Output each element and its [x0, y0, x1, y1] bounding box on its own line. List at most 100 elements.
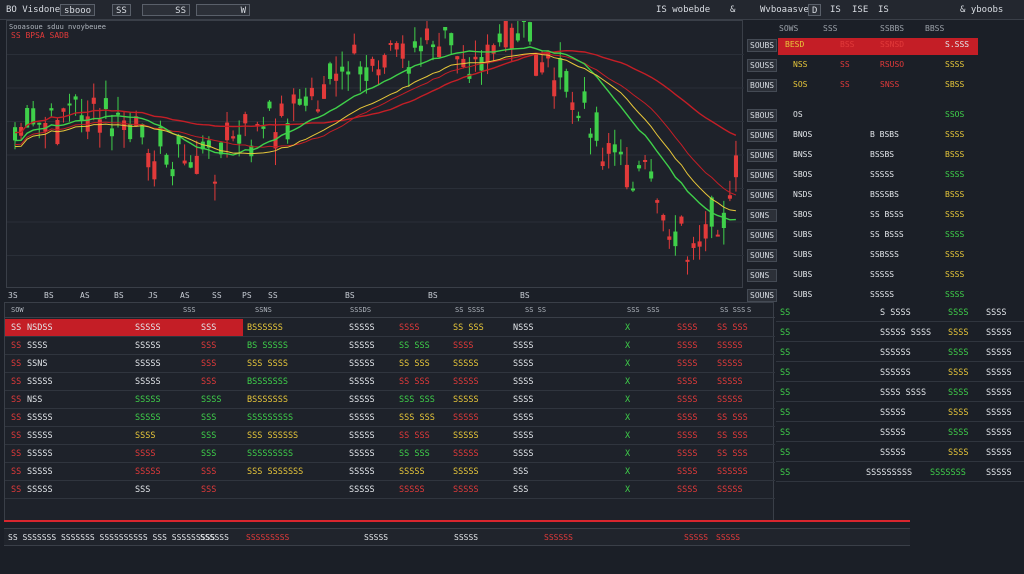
table-cell: X	[625, 395, 631, 405]
quote-row[interactable]: SS SSSSSS SSSS SSSSS	[776, 344, 1024, 362]
table-cell: SSSSS	[717, 377, 743, 387]
quote-row[interactable]: SS SSSSSS SSSS SSSSS	[776, 364, 1024, 382]
symbol-field[interactable]: sbooo	[60, 4, 96, 16]
menu-item-is1[interactable]: IS	[830, 4, 841, 16]
range-field[interactable]: SS	[142, 4, 190, 16]
quote-volume: SSSSS	[986, 348, 1012, 358]
menu-item-is2[interactable]: IS	[878, 4, 889, 16]
table-header-cell[interactable]: SSSDS	[350, 306, 371, 314]
order-book-qty: NSDS	[793, 190, 813, 199]
table-header-cell[interactable]: SSNS	[255, 306, 272, 314]
candle-body	[309, 87, 314, 97]
candle-body	[170, 169, 175, 177]
menu-item-settings[interactable]: & yboobs	[960, 4, 1003, 16]
order-book-row[interactable]: SDUNS BNSS BSSBS BSSS	[745, 148, 1024, 165]
order-book-header-cell: SSS	[823, 24, 838, 33]
table-header-cell[interactable]: SSS	[183, 306, 196, 314]
candle-body	[582, 91, 587, 103]
table-row[interactable]: SS SSSSS SSSS SSS SSSSSSSSS SSSSS SS SSS SSSSS S…	[5, 445, 775, 463]
quote-row[interactable]: SS SSSSS SSSS SSSSS	[776, 424, 1024, 442]
candle-body	[291, 94, 296, 104]
quote-name: SSSSSS	[880, 368, 911, 378]
quote-row[interactable]: SS SSSSS SSSS SSSSS	[776, 404, 1024, 422]
candle-body	[449, 33, 454, 46]
table-cell: SSSSS	[349, 467, 375, 477]
order-book-row[interactable]: SBOUS OS SSOS	[745, 108, 1024, 125]
table-cell: SSS	[201, 359, 217, 369]
table-cell: SS	[11, 341, 22, 351]
table-cell: SSSS	[677, 395, 698, 405]
order-book-change: SS	[840, 80, 850, 89]
table-header-cell[interactable]: SS SSSS	[455, 306, 485, 314]
quote-row[interactable]: SS SSSSS SSSS SSSSS	[776, 444, 1024, 462]
order-book-row[interactable]: SOUBS BESD BSS SSNSD S.SSS	[745, 38, 1024, 55]
order-book-price: BSSSBS	[870, 190, 899, 199]
quote-row[interactable]: SS SSSSSSSSS SSSSSSS SSSSS	[776, 464, 1024, 482]
quote-row[interactable]: SS SSSSS SSSS SSSS SSSSS	[776, 324, 1024, 342]
table-cell: SSSS	[677, 467, 698, 477]
table-cell: SSSS	[677, 323, 698, 333]
quote-row[interactable]: SS SSSS SSSS SSSS SSSSS	[776, 384, 1024, 402]
table-row[interactable]: SS NSDSS SSSSS SSS BSSSSSS SSSSS SSSS SS SSS NSS…	[5, 319, 775, 337]
table-row[interactable]: SS SSSS SSSSS SSS BS SSSSS SSSSS SS SSS SSSS SSS…	[5, 337, 775, 355]
order-book-row[interactable]: SOUSS NSS SS RSUSO SSSS	[745, 58, 1024, 75]
candle-body	[61, 108, 66, 112]
table-header-cell[interactable]: S	[747, 306, 751, 314]
order-book-row[interactable]: SONS SBOS SS BSSS SSSS	[745, 208, 1024, 225]
menu-item-indicators[interactable]: IS wobebde	[656, 4, 710, 16]
order-book-row[interactable]: SDUNS SBOS SSSSS SSSS	[745, 168, 1024, 185]
order-book-total: SSSS	[945, 290, 965, 299]
table-row[interactable]: SS SSSSS SSSSS SSS BSSSSSSS SSSSS SS SSS SSSSS S…	[5, 373, 775, 391]
x-tick-label: PS	[242, 291, 252, 300]
order-book-symbol: SONS	[747, 209, 777, 222]
quote-name: SSSS SSSS	[880, 388, 927, 398]
order-book-symbol: BOUNS	[747, 79, 777, 92]
table-header-cell[interactable]: SSS	[647, 306, 660, 314]
table-row[interactable]: SS SSSSS SSSS SSS SSS SSSSSS SSSSS SS SSS SSSSS…	[5, 427, 775, 445]
order-book-row[interactable]: SONS SUBS SSSSS SSSS	[745, 268, 1024, 285]
table-cell: SSSSS	[453, 449, 479, 459]
table-header-cell[interactable]: SS SS	[525, 306, 546, 314]
candle-body	[661, 214, 666, 221]
candle-body	[437, 46, 442, 58]
order-book-qty: SBOS	[793, 170, 813, 179]
table-cell: SS	[11, 359, 22, 369]
chart-canvas[interactable]	[7, 21, 744, 289]
quotes-table: SS S SSSS SSSS SSSS SS SSSSS SSSS SSSS SSSSS SS S…	[776, 302, 1024, 498]
table-row[interactable]: SS SSNS SSSSS SSS SSS SSSS SSSSS SS SSS SSSSS SS…	[5, 355, 775, 373]
interval-button[interactable]: SS	[112, 4, 131, 16]
menu-item-ise[interactable]: ISE	[852, 4, 868, 16]
x-tick-label: SS	[212, 291, 222, 300]
table-cell: X	[625, 467, 631, 477]
table-row[interactable]: SS SSSSS SSSSS SSS SSSSSSSSS SSSSS SSS SSS SSSS…	[5, 409, 775, 427]
menu-item-amp[interactable]: &	[730, 4, 735, 16]
table-row[interactable]: SS NSS SSSSS SSSS BSSSSSSS SSSSS SSS SSS SSSSS S…	[5, 391, 775, 409]
order-book-symbol: SBOUS	[747, 109, 777, 122]
menu-item-d[interactable]: D	[808, 4, 822, 16]
order-book-qty: SUBS	[793, 250, 813, 259]
candle-body	[188, 162, 193, 168]
quote-flag: SS	[780, 308, 791, 318]
order-book-total: SSSS	[945, 210, 965, 219]
table-header-cell[interactable]: SOW	[11, 306, 24, 314]
quote-name: SSSSS	[880, 448, 906, 458]
order-book-row[interactable]: SOUNS SUBS SS BSSS SSSS	[745, 228, 1024, 245]
table-header-cell[interactable]: SS SSS	[720, 306, 745, 314]
candle-body	[109, 128, 114, 137]
candle-body	[297, 98, 302, 105]
order-book-row[interactable]: SOUNS SUBS SSBSSS SSSS	[745, 248, 1024, 265]
table-row[interactable]: SS SSSSS SSSSS SSS SSS SSSSSSS SSSSS SSSSS SSSS…	[5, 463, 775, 481]
x-tick-label: BS	[520, 291, 530, 300]
table-cell: SSSSS	[27, 485, 53, 495]
candlestick-chart[interactable]: Sooasoue sduu nvoybeuee SS BPSA SADB	[6, 20, 744, 289]
table-cell: SS	[11, 485, 22, 495]
table-row[interactable]: SS SSSSS SSS SSS SSSSS SSSSS SSSSS SSS X SSSS SSSS…	[5, 481, 775, 499]
order-book-row[interactable]: SDUNS BNOS B BSBS SSSS	[745, 128, 1024, 145]
compare-field[interactable]: W	[196, 4, 250, 16]
order-book-row[interactable]: BOUNS SOS SS SNSS SBSS	[745, 78, 1024, 95]
quote-row[interactable]: SS S SSSS SSSS SSSS	[776, 304, 1024, 322]
menu-item-watch[interactable]: Wvboaasve	[760, 4, 809, 16]
table-header-cell[interactable]: SSS	[627, 306, 640, 314]
candle-body	[279, 103, 284, 116]
order-book-row[interactable]: SOUNS NSDS BSSSBS BSSS	[745, 188, 1024, 205]
